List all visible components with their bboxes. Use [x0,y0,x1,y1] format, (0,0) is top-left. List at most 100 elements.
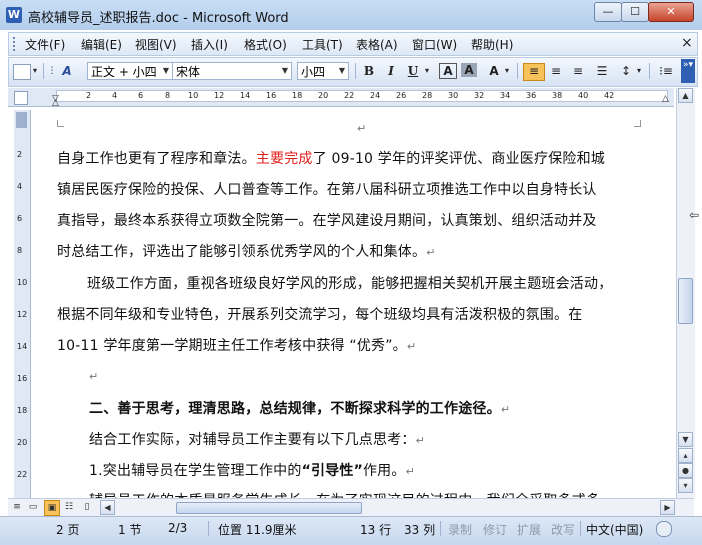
status-record-macro[interactable]: 录制 [448,521,472,538]
vruler-tick-label: 4 [17,182,23,191]
tab-selector[interactable] [14,91,28,105]
doc-line: 真指导，最终本系获得立项数全院第一。在学风建设月期间，认真策划、组织活动并及 [57,213,597,229]
menu-format[interactable]: 格式(O) [244,36,287,53]
right-indent-marker[interactable]: △ [662,94,669,104]
word-app-icon[interactable]: W [6,7,22,23]
close-window-button[interactable]: ✕ [648,2,694,22]
character-scaling-icon[interactable]: A [485,62,503,80]
chevron-down-icon[interactable]: ▾ [503,62,511,80]
underline-button[interactable]: U [405,62,421,80]
web-view-icon[interactable]: ▭ [26,500,40,514]
scroll-down-icon[interactable]: ▼ [678,432,693,447]
status-column[interactable]: 33 列 [404,521,435,538]
ruler-tick-label: 42 [604,91,615,100]
previous-page-icon[interactable]: ▴ [678,448,693,463]
document-body[interactable]: ↵ 自身工作也更有了程序和章法。主要完成了 09-10 学年的评奖评优、商业医疗… [31,110,674,498]
font-dropdown[interactable]: 宋体 ▼ [172,62,292,80]
doc-heading: 二、善于思考，理清思路，总结规律，不断探求科学的工作途径。↵ [89,398,510,418]
paragraph-mark: ↵ [500,403,511,416]
menu-insert[interactable]: 插入(I) [191,36,228,53]
status-row[interactable]: 13 行 [360,521,391,538]
horizontal-ruler[interactable]: ▽ △ 2 4 6 8 10 12 14 16 18 20 22 24 26 2… [8,88,674,108]
status-track-changes[interactable]: 修订 [483,521,507,538]
next-page-icon[interactable]: ▾ [678,478,693,493]
align-right-icon[interactable]: ≡ [569,62,587,80]
menu-bar: 文件(F) 编辑(E) 视图(V) 插入(I) 格式(O) 工具(T) 表格(A… [8,32,698,56]
scroll-left-icon[interactable]: ◀ [100,500,115,515]
vertical-scrollbar[interactable]: ▲ ▼ ▴ ● ▾ [676,88,695,498]
outline-view-icon[interactable]: ☷ [62,500,76,514]
ruler-tick-label: 24 [370,91,381,100]
doc-line: 辅导员工作的本质是服务学生成长，在为了实现这目的过程中，我们全采取多式多 [89,490,600,498]
menu-help[interactable]: 帮助(H) [471,36,513,53]
character-border-button[interactable]: A [439,63,457,79]
numbered-list-icon[interactable]: ⁝≡ [657,62,675,80]
status-position[interactable]: 位置 11.9厘米 [218,521,297,538]
ruler-tick-label: 34 [500,91,511,100]
mouse-cursor-icon: ⇦ [689,208,700,222]
menu-view[interactable]: 视图(V) [135,36,177,53]
vertical-ruler[interactable]: 2 4 6 8 10 12 14 16 18 20 22 [14,110,31,498]
chevron-down-icon[interactable]: ▾ [423,62,431,80]
heading-text: 二、善于思考，理清思路，总结规律，不断探求科学的工作途径。 [89,401,501,417]
scroll-right-icon[interactable]: ▶ [660,500,675,515]
toolbar-options-button[interactable]: »▾ [681,59,695,83]
menu-window[interactable]: 窗口(W) [412,36,457,53]
new-document-icon[interactable] [13,64,31,80]
vruler-tick-label: 2 [17,150,23,159]
ruler-tick-label: 32 [474,91,485,100]
horizontal-scroll-thumb[interactable] [176,502,362,514]
status-language[interactable]: 中文(中国) [586,521,643,538]
menu-edit[interactable]: 编辑(E) [81,36,122,53]
margin-corner-mark [634,120,641,127]
doc-line: 10-11 学年度第一学期班主任工作考核中获得 “优秀”。↵ [57,335,416,355]
chevron-down-icon[interactable]: ▼ [336,63,348,79]
justify-icon[interactable]: ☰ [593,62,611,80]
status-page-of[interactable]: 2/3 [168,521,187,535]
menu-grip-handle[interactable] [13,37,18,51]
styles-formatting-icon[interactable]: A [59,62,75,80]
left-indent-marker[interactable]: △ [52,98,59,108]
print-layout-view-icon[interactable]: ▣ [44,500,60,516]
status-overtype[interactable]: 改写 [551,521,575,538]
status-bar: 2 页 1 节 2/3 位置 11.9厘米 13 行 33 列 录制 修订 扩展… [0,516,702,545]
chevron-down-icon[interactable]: ▾ [31,62,39,80]
bold-button[interactable]: B [361,62,377,80]
line-spacing-icon[interactable]: ↕ [617,62,635,80]
margin-corner-mark [57,120,64,127]
status-page[interactable]: 2 页 [56,521,79,538]
align-left-icon[interactable]: ≡ [523,63,545,81]
vertical-scroll-thumb[interactable] [678,278,693,324]
font-size-dropdown[interactable]: 小四 ▼ [297,62,349,80]
style-dropdown[interactable]: 正文 + 小四 ▼ [87,62,173,80]
grip-icon[interactable]: ⋮ [47,62,57,80]
spelling-check-icon[interactable] [656,521,672,537]
character-shading-button[interactable]: A [461,63,477,77]
maximize-button[interactable]: ☐ [621,2,649,22]
ruler-tick-label: 28 [422,91,433,100]
close-document-button[interactable]: × [681,35,693,51]
scroll-up-icon[interactable]: ▲ [678,88,693,103]
minimize-button[interactable]: — [594,2,622,22]
chevron-down-icon[interactable]: ▾ [635,62,643,80]
chevron-down-icon[interactable]: ▼ [160,63,172,79]
paragraph-mark: ↵ [406,340,417,353]
menu-tools[interactable]: 工具(T) [302,36,343,53]
status-section[interactable]: 1 节 [118,521,141,538]
italic-button[interactable]: I [383,62,399,80]
vruler-tick-label: 8 [17,246,23,255]
normal-view-icon[interactable]: ≡ [10,500,24,514]
select-browse-object-icon[interactable]: ● [678,463,693,478]
status-extend[interactable]: 扩展 [517,521,541,538]
doc-line: 自身工作也更有了程序和章法。主要完成了 09-10 学年的评奖评优、商业医疗保险… [57,148,605,168]
doc-line: 根据不同年级和专业特色，开展系列交流学习，每个班级均具有活泼积极的氛围。在 [57,307,583,323]
ruler-text-area [56,90,668,102]
chevron-down-icon[interactable]: ▼ [279,63,291,79]
reading-view-icon[interactable]: ▯ [80,500,94,514]
align-center-icon[interactable]: ≡ [547,62,565,80]
paragraph-mark: ↵ [426,246,436,259]
ruler-tick-label: 8 [165,91,171,100]
menu-file[interactable]: 文件(F) [25,36,65,53]
doc-line: 1.突出辅导员在学生管理工作中的“引导性”作用。↵ [89,460,415,480]
menu-table[interactable]: 表格(A) [356,36,398,53]
